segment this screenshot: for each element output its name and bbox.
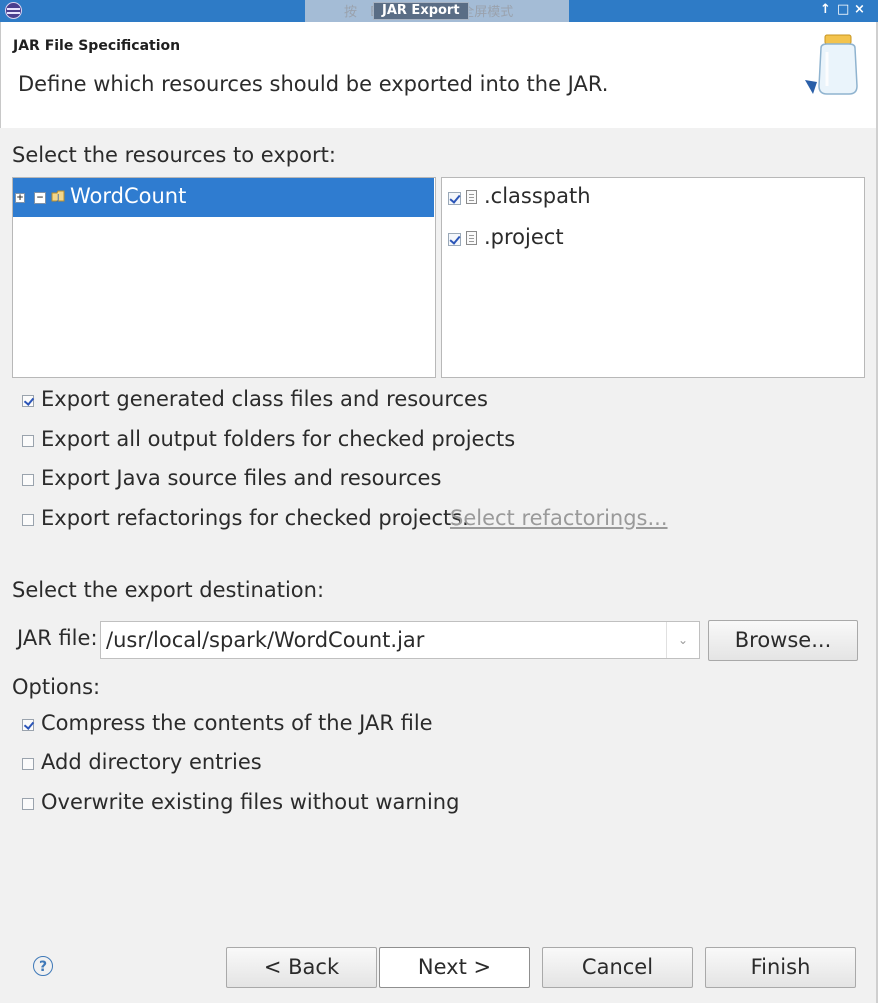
file-label: .project (484, 225, 564, 249)
option-label: Export Java source files and resources (41, 466, 442, 490)
chevron-down-icon[interactable]: ⌄ (666, 622, 699, 658)
file-icon (466, 231, 477, 245)
window-title: JAR Export (373, 2, 469, 20)
cancel-button[interactable]: Cancel (542, 947, 693, 988)
option-label: Compress the contents of the JAR file (41, 711, 433, 735)
expand-icon[interactable]: + (15, 193, 25, 203)
back-button[interactable]: < Back (226, 947, 377, 988)
wizard-header: JAR File Specification Define which reso… (0, 22, 878, 128)
finish-button[interactable]: Finish (705, 947, 856, 988)
checkbox[interactable] (448, 192, 461, 205)
resources-label: Select the resources to export: (12, 143, 336, 167)
jar-icon (805, 34, 858, 95)
option-label: Export all output folders for checked pr… (41, 427, 516, 451)
checkbox[interactable] (22, 435, 34, 447)
project-tree[interactable]: + − J WordCount (12, 177, 436, 378)
jar-file-combo[interactable]: /usr/local/spark/WordCount.jar ⌄ (100, 621, 700, 659)
tree-item-wordcount[interactable]: + − J WordCount (13, 178, 434, 217)
help-icon[interactable]: ? (33, 956, 53, 976)
checkbox[interactable] (22, 395, 34, 407)
page-title: JAR File Specification (13, 38, 181, 54)
jar-file-label: JAR file: (17, 626, 98, 650)
option-label: Export refactorings for checked projects… (41, 506, 469, 530)
java-project-icon: J (51, 190, 65, 202)
options-label: Options: (12, 675, 101, 699)
browse-button[interactable]: Browse... (708, 620, 858, 661)
restore-icon[interactable]: □ (837, 1, 849, 19)
maximize-arrow-icon[interactable]: ↑ (820, 1, 831, 19)
tree-item-label: WordCount (70, 184, 187, 208)
svg-text:J: J (56, 193, 59, 202)
option-label: Export generated class files and resourc… (41, 387, 488, 411)
page-description: Define which resources should be exporte… (18, 72, 609, 96)
checkbox[interactable] (22, 798, 34, 810)
option-label: Add directory entries (41, 750, 262, 774)
eclipse-icon[interactable] (5, 2, 22, 19)
file-icon (466, 190, 477, 204)
checkbox[interactable] (22, 719, 34, 731)
select-refactorings-link[interactable]: Select refactorings... (450, 506, 668, 530)
checkbox[interactable] (448, 233, 461, 246)
checkbox[interactable] (22, 514, 34, 526)
file-label: .classpath (484, 184, 591, 208)
partial-checkbox[interactable]: − (34, 192, 46, 204)
close-icon[interactable]: × (854, 1, 865, 19)
file-list[interactable]: .classpath .project (441, 177, 865, 378)
jar-file-value[interactable]: /usr/local/spark/WordCount.jar (106, 628, 424, 652)
destination-label: Select the export destination: (12, 578, 325, 602)
checkbox[interactable] (22, 758, 34, 770)
option-label: Overwrite existing files without warning (41, 790, 460, 814)
window-titlebar: 按 Esc 键可以退出全屏模式 JAR Export ↑ □ × (0, 0, 878, 32)
next-button[interactable]: Next > (379, 947, 530, 988)
checkbox[interactable] (22, 474, 34, 486)
